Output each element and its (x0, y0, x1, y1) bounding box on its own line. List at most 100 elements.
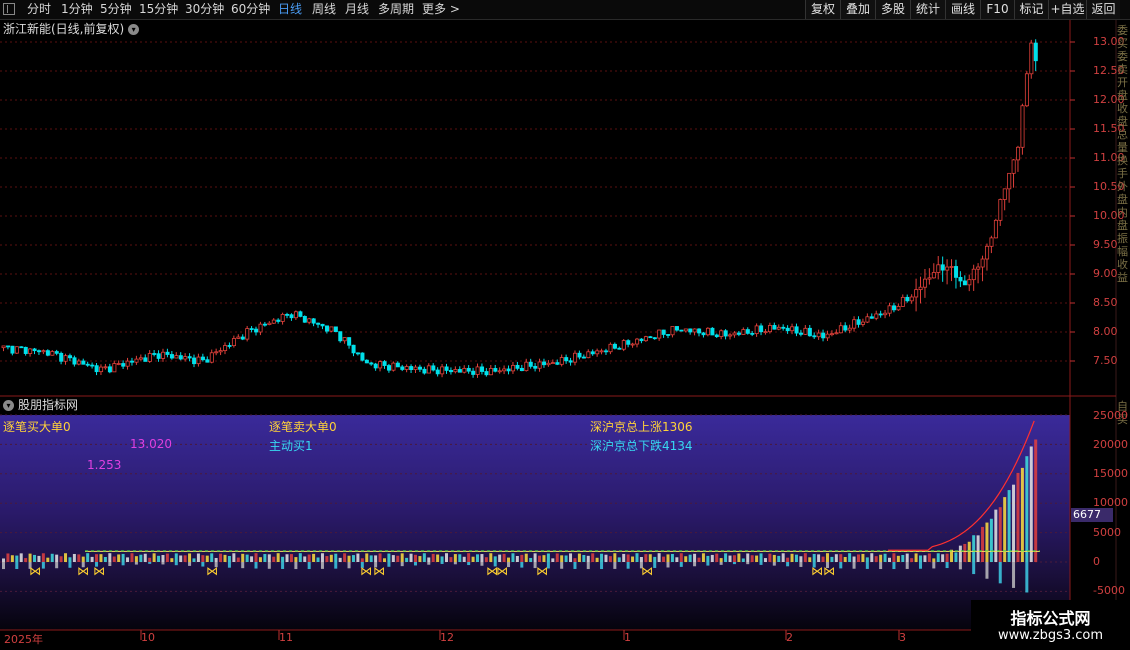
candle-body (781, 326, 786, 329)
indicator-tick: 5000 (1093, 526, 1121, 539)
candle-body (883, 312, 888, 316)
indicator-neg-bar (560, 562, 564, 569)
indicator-bar (223, 554, 227, 562)
indicator-neg-bar (586, 562, 590, 570)
indicator-neg-bar (334, 562, 338, 569)
indicator-bar (449, 557, 453, 562)
indicator-neg-bar (613, 562, 617, 569)
indicator-bar (152, 553, 156, 562)
candle-body (28, 348, 33, 354)
candle-body (892, 305, 897, 311)
indicator-bar (285, 554, 289, 562)
indicator-bar (493, 556, 497, 562)
candle-body (807, 327, 812, 337)
indicator-tick: 15000 (1093, 467, 1128, 480)
candle-body (980, 258, 985, 268)
indicator-bar (839, 554, 843, 562)
candle-body (506, 368, 511, 372)
candle-body (954, 266, 959, 278)
indicator-bar (577, 553, 581, 562)
indicator-bar (1003, 497, 1007, 562)
candle-body (271, 319, 276, 324)
indicator-bar (670, 553, 674, 562)
candle-body (63, 355, 68, 362)
indicator-bar (121, 553, 125, 562)
candle-body (245, 328, 250, 340)
watermark-title: 指标公式网 (1010, 609, 1091, 628)
candle-body (874, 313, 879, 319)
kline-chart[interactable]: ⋈ ⋈ ⋈ ⋈ ⋈ ⋈ ⋈⋈ ⋈ ⋈ ⋈ ⋈ (0, 0, 1130, 650)
indicator-bar (874, 556, 878, 562)
price-tick: 8.50 (1093, 296, 1118, 309)
candle-body (54, 351, 59, 354)
indicator-bar (786, 557, 790, 562)
candle-body (586, 351, 591, 359)
indicator-neg-bar (786, 562, 790, 567)
candle-body (418, 366, 423, 370)
indicator-bar (170, 558, 174, 562)
indicator-bar (608, 556, 612, 562)
candle-body (1002, 188, 1007, 200)
candle-body (767, 325, 772, 333)
candle-body (630, 343, 635, 346)
indicator-value-2: 1.253 (87, 458, 122, 472)
candle-body (528, 361, 533, 367)
indicator-bar (1029, 446, 1033, 562)
indicator-bar (1016, 472, 1020, 562)
indicator-bar (112, 556, 116, 562)
candle-body (338, 331, 343, 342)
candle-body (861, 321, 866, 325)
candle-body (1020, 105, 1025, 148)
indicator-label-big-sell: 逐笔卖大单0 (269, 420, 337, 434)
indicator-bar (298, 553, 302, 562)
chevron-down-icon[interactable]: ▾ (128, 24, 140, 35)
indicator-bar (320, 553, 324, 562)
candle-body (750, 332, 755, 335)
indicator-bar (945, 553, 949, 562)
indicator-bar (892, 553, 896, 562)
candle-body (626, 340, 631, 345)
indicator-bar (719, 558, 723, 562)
stock-title: 浙江新能(日线,前复权) ▾ (3, 21, 140, 37)
candle-body (205, 359, 210, 363)
indicator-bar (143, 553, 147, 562)
candle-body (466, 367, 471, 372)
candle-body (76, 360, 81, 365)
indicator-neg-bar (320, 562, 324, 569)
indicator-bar (958, 545, 962, 562)
chevron-down-icon[interactable]: ▾ (3, 400, 14, 411)
candle-body (799, 332, 804, 335)
butterfly-icon: ⋈ (360, 564, 372, 578)
indicator-label-active-buy: 主动买1 (269, 439, 313, 453)
indicator-bar (803, 553, 807, 562)
indicator-neg-bar (520, 562, 524, 568)
price-tick: 9.50 (1093, 238, 1118, 251)
indicator-bar (870, 553, 874, 562)
indicator-bar (794, 554, 798, 562)
candle-body (165, 351, 170, 355)
price-tick: 7.50 (1093, 354, 1118, 367)
candle-body (648, 336, 653, 339)
candle-body (453, 369, 458, 373)
indicator-bar (896, 555, 900, 562)
indicator-neg-bar (188, 562, 192, 566)
candle-body (364, 359, 369, 364)
candle-body (347, 337, 352, 346)
candle-body (289, 314, 294, 319)
candle-body (475, 366, 480, 375)
candle-body (200, 356, 205, 361)
candle-body (546, 362, 551, 366)
date-tick: 12 (440, 631, 454, 644)
indicator-bar (72, 553, 76, 562)
indicator-title: ▾ 股朋指标网 (3, 397, 78, 413)
indicator-bar (422, 553, 426, 562)
indicator-bar (706, 555, 710, 562)
candle-body (918, 286, 923, 291)
candle-body (909, 296, 914, 302)
indicator-bar (281, 556, 285, 562)
indicator-bar (693, 553, 697, 562)
indicator-bar (901, 554, 905, 562)
indicator-bar (755, 555, 759, 562)
indicator-bar (351, 555, 355, 562)
date-tick: 11 (279, 631, 293, 644)
